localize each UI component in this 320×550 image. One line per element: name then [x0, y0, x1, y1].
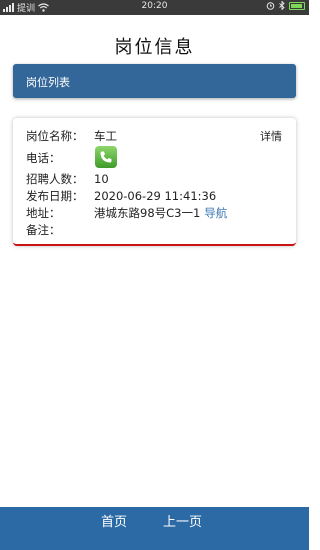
job-list-header-label: 岗位列表 — [26, 76, 70, 89]
phone-icon — [100, 151, 112, 163]
status-bar: 提训 20:20 — [0, 0, 309, 15]
alarm-icon — [266, 2, 275, 10]
remark-label: 备注： — [26, 223, 61, 237]
bottom-nav-bar: 首页 上一页 — [0, 507, 309, 550]
phone-row: 电话： — [26, 150, 94, 166]
detail-link[interactable]: 详情 — [260, 128, 282, 144]
previous-page-button[interactable]: 上一页 — [163, 511, 202, 530]
remark-row: 备注： — [26, 222, 94, 238]
position-label: 岗位名称： — [26, 129, 84, 143]
bluetooth-icon — [279, 1, 285, 10]
address-label: 地址： — [26, 206, 61, 220]
headcount-row: 招聘人数： 10 — [26, 171, 109, 187]
address-value: 港城东路98号C3一1 — [94, 206, 201, 220]
position-value: 车工 — [94, 129, 117, 143]
status-time: 20:20 — [141, 1, 168, 11]
position-row: 岗位名称： 车工 — [26, 128, 117, 144]
publish-date-label: 发布日期： — [26, 189, 84, 203]
page-title: 岗位信息 — [114, 37, 195, 58]
headcount-label: 招聘人数： — [26, 172, 84, 186]
job-card[interactable]: 详情 岗位名称： 车工 电话： 招聘人数： 10 发布日期： 2020-06-29 1… — [13, 118, 296, 246]
publish-date-row: 发布日期： 2020-06-29 11:41:36 — [26, 188, 216, 204]
job-list-header: 岗位列表 — [13, 64, 296, 98]
battery-icon — [289, 1, 305, 10]
phone-label: 电话： — [26, 151, 61, 165]
home-button[interactable]: 首页 — [101, 511, 127, 530]
status-right — [266, 1, 305, 10]
address-row: 地址： 港城东路98号C3一1 导航 — [26, 205, 227, 221]
publish-date-value: 2020-06-29 11:41:36 — [94, 189, 217, 203]
headcount-value: 10 — [94, 172, 109, 186]
phone-call-button[interactable] — [95, 146, 117, 168]
navigate-link[interactable]: 导航 — [204, 206, 227, 220]
